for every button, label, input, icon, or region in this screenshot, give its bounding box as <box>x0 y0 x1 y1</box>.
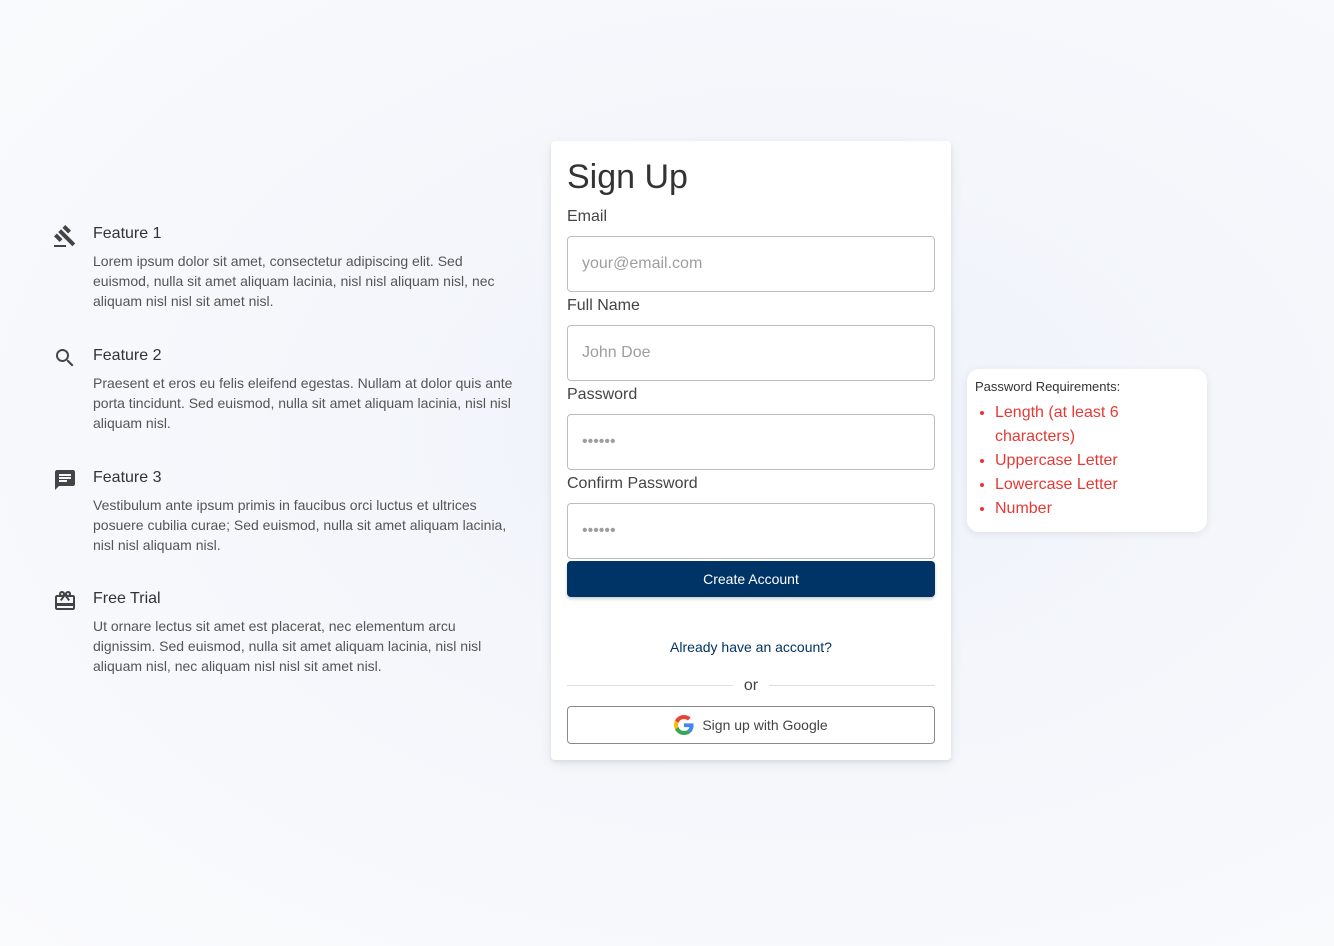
feature-description: Lorem ipsum dolor sit amet, consectetur … <box>93 253 495 309</box>
confirm-password-label: Confirm Password <box>567 475 698 492</box>
email-input[interactable] <box>567 236 935 292</box>
feature-title: Feature 1 <box>93 225 162 242</box>
signin-link[interactable]: Already have an account? <box>551 639 951 655</box>
requirement-item: Lowercase Letter <box>995 473 1199 497</box>
feature-item: Feature 1 Lorem ipsum dolor sit amet, co… <box>53 222 513 311</box>
full-name-label: Full Name <box>567 297 640 314</box>
feature-description: Praesent et eros eu felis eleifend egest… <box>93 375 513 431</box>
divider-text: or <box>743 677 759 694</box>
google-signup-button[interactable]: Sign up with Google <box>567 706 935 744</box>
search-icon <box>53 346 77 370</box>
feature-description: Vestibulum ante ipsum primis in faucibus… <box>93 497 507 553</box>
feature-item: Feature 2 Praesent et eros eu felis elei… <box>53 344 513 433</box>
comment-icon <box>53 468 77 492</box>
full-name-input[interactable] <box>567 325 935 381</box>
feature-description: Ut ornare lectus sit amet est placerat, … <box>93 618 482 674</box>
requirement-item: Uppercase Letter <box>995 449 1199 473</box>
feature-item: Feature 3 Vestibulum ante ipsum primis i… <box>53 466 513 555</box>
feature-title: Feature 3 <box>93 469 162 486</box>
or-divider: or <box>567 675 935 697</box>
gavel-icon <box>53 224 77 248</box>
requirement-item: Length (at least 6 characters) <box>995 401 1199 449</box>
google-button-label: Sign up with Google <box>702 717 828 733</box>
feature-title: Feature 2 <box>93 347 162 364</box>
divider-line <box>769 685 935 686</box>
feature-title: Free Trial <box>93 590 161 607</box>
email-label: Email <box>567 208 608 225</box>
feature-item: Free Trial Ut ornare lectus sit amet est… <box>53 587 513 676</box>
password-input[interactable] <box>567 414 935 470</box>
gift-card-icon <box>53 589 77 613</box>
password-requirements-list: Length (at least 6 characters) Uppercase… <box>975 401 1199 521</box>
page-title: Sign Up <box>567 158 688 196</box>
password-label: Password <box>567 386 638 403</box>
create-account-button[interactable]: Create Account <box>567 561 935 597</box>
google-icon <box>674 715 694 735</box>
password-requirements-panel: Password Requirements: Length (at least … <box>967 369 1207 532</box>
signup-card: Sign Up Email Full Name Password Confirm… <box>551 141 951 760</box>
password-requirements-title: Password Requirements: <box>975 379 1121 394</box>
confirm-password-input[interactable] <box>567 503 935 559</box>
requirement-item: Number <box>995 497 1199 521</box>
